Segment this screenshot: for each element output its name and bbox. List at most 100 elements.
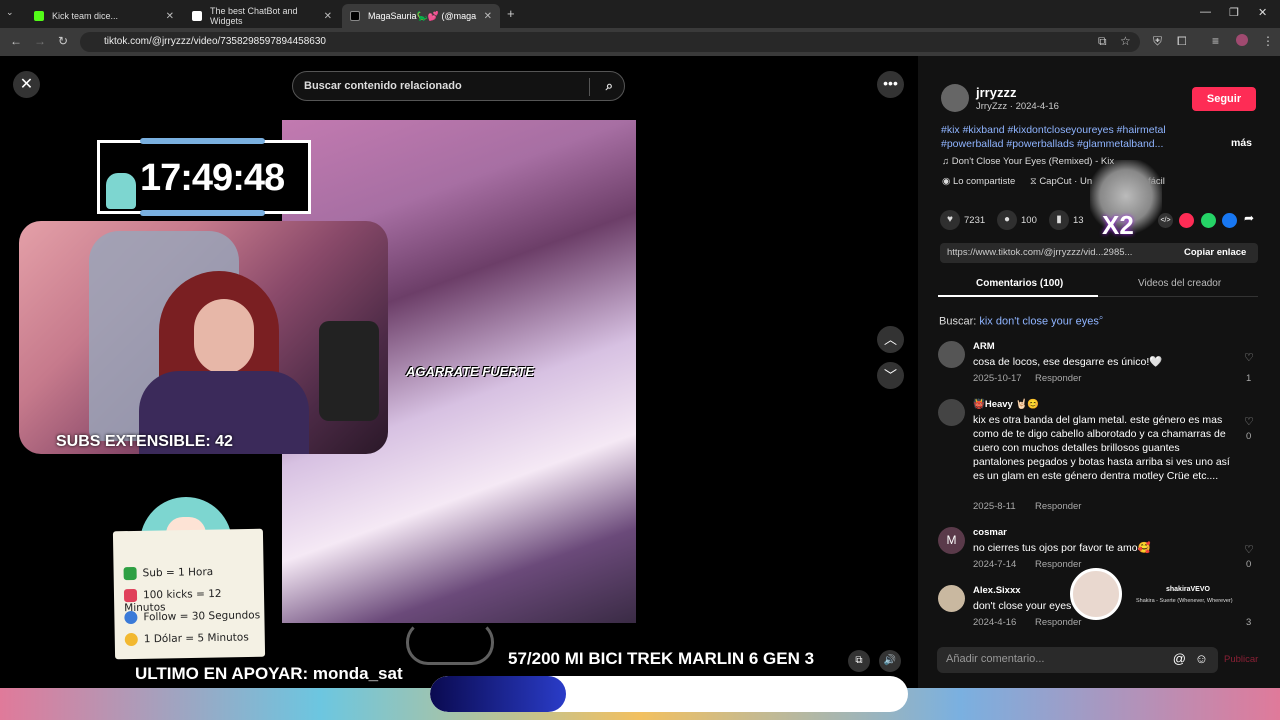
save-stat[interactable]: ▮ 13	[1049, 210, 1084, 230]
add-comment-input[interactable]: Añadir comentario... @ ☺	[937, 647, 1218, 673]
minimize-icon[interactable]: —	[1200, 6, 1211, 18]
new-tab-icon[interactable]: +	[507, 6, 515, 21]
bike-icon	[406, 620, 494, 665]
tab-chatbot[interactable]: The best ChatBot and Widgets ✕	[184, 4, 340, 28]
comment-author[interactable]: cosmar	[973, 527, 1007, 538]
creator-username[interactable]: jrryzzz	[976, 85, 1016, 100]
avatar[interactable]	[938, 585, 965, 612]
search-input[interactable]: Buscar contenido relacionado ⌕	[292, 71, 625, 101]
rule-row: 1 Dólar = 5 Minutos	[124, 631, 249, 647]
like-heart-icon[interactable]: ♡	[1244, 415, 1254, 428]
close-tab-icon[interactable]: ✕	[484, 11, 492, 22]
heart-icon	[124, 610, 138, 625]
profile-avatar[interactable]	[1236, 34, 1248, 46]
search-icon[interactable]: ⌕	[606, 78, 613, 94]
rule-text: Sub = 1 Hora	[142, 566, 214, 580]
comment-icon[interactable]: ●	[997, 210, 1017, 230]
emoji-icon[interactable]: ☺	[1195, 651, 1208, 666]
timer-clock: 17:49:48	[140, 157, 285, 199]
restore-icon[interactable]: ❐	[1229, 6, 1239, 19]
avatar[interactable]	[938, 341, 965, 368]
like-stat[interactable]: ♥ 7231	[940, 210, 985, 230]
reply-button[interactable]: Responder	[1035, 373, 1081, 384]
next-video-icon[interactable]: ﹀	[877, 362, 904, 389]
like-heart-icon[interactable]: ♡	[1244, 351, 1254, 364]
menu-icon[interactable]: ⋮	[1262, 34, 1274, 48]
shared-text: Lo compartiste	[952, 176, 1016, 187]
share-arrow-icon[interactable]: ➦	[1244, 211, 1254, 225]
back-icon[interactable]: ←	[10, 34, 22, 48]
search-divider	[589, 78, 590, 96]
microphone	[319, 321, 379, 421]
extensions-icon[interactable]: ⧠	[1177, 34, 1187, 49]
comment-date: 2025-8-11	[973, 501, 1016, 512]
creator-avatar[interactable]	[941, 84, 969, 112]
comment-author[interactable]: ARM	[973, 341, 995, 352]
tab-comments[interactable]: Comentarios (100)	[976, 278, 1063, 289]
tab-kick[interactable]: Kick team dice... ✕	[26, 4, 182, 28]
goal-progress-fill	[430, 676, 567, 712]
comment-author[interactable]: 👹Heavy 🤘🏻😊	[973, 399, 1039, 410]
more-link[interactable]: más	[1231, 137, 1252, 149]
comment-author[interactable]: Alex.Sixxx	[973, 585, 1021, 596]
search-label: Buscar:	[939, 315, 977, 328]
reload-icon[interactable]: ↻	[58, 34, 68, 48]
rule-row: Sub = 1 Hora	[123, 566, 214, 581]
kick-icon	[123, 566, 137, 581]
close-tab-icon[interactable]: ✕	[324, 11, 332, 22]
tab-list-icon[interactable]: ⌄	[6, 7, 14, 18]
bookmark-star-icon[interactable]: ☆	[1120, 34, 1131, 48]
install-icon[interactable]: ⧉	[1098, 34, 1107, 49]
coin-icon	[124, 632, 138, 647]
close-tab-icon[interactable]: ✕	[166, 11, 174, 22]
bookmark-icon[interactable]: ▮	[1049, 210, 1069, 230]
capcut-link[interactable]: ⧖ CapCut · Un	[1030, 176, 1092, 187]
tab-tiktok[interactable]: MagaSauria🦕💕 (@maga ✕	[342, 4, 500, 28]
previous-video-icon[interactable]: ︿	[877, 326, 904, 353]
video-hashtags[interactable]: #kix #kixband #kixdontcloseyoureyes #hai…	[941, 123, 1191, 151]
avatar[interactable]: M	[938, 527, 965, 554]
volume-icon[interactable]: 🔊	[879, 650, 901, 672]
capcut-text: CapCut · Un	[1039, 176, 1093, 187]
forward-icon[interactable]: →	[34, 34, 46, 48]
now-playing-song: Shakira - Suerte (Whenever, Wherever)	[1136, 598, 1233, 604]
comment-stat[interactable]: ● 100	[997, 210, 1037, 230]
album-disc	[1070, 568, 1122, 620]
avatar[interactable]	[938, 399, 965, 426]
comment-like-count: 0	[1246, 431, 1252, 442]
send-icon[interactable]	[1179, 213, 1194, 228]
search-suggestion[interactable]: Buscar: kix don't close your eyes⌕	[939, 313, 1103, 328]
tiktok-favicon-icon	[350, 11, 360, 21]
browser-tab-bar: ⌄ Kick team dice... ✕ The best ChatBot a…	[0, 0, 1280, 28]
music-title[interactable]: ♫ Don't Close Your Eyes (Remixed) - Kix	[942, 156, 1114, 167]
url-field[interactable]: tiktok.com/@jrryzzz/video/73582985978944…	[80, 32, 1140, 52]
close-icon[interactable]: ✕	[13, 71, 40, 98]
miku-icon	[106, 173, 136, 209]
address-toolbar: ← → ↻ tiktok.com/@jrryzzz/video/73582985…	[0, 28, 1280, 56]
pip-icon[interactable]: ⧉	[848, 650, 870, 672]
last-supporter: ULTIMO EN APOYAR: monda_sat	[135, 664, 403, 683]
like-heart-icon[interactable]: ♡	[1244, 543, 1254, 556]
publish-button[interactable]: Publicar	[1224, 654, 1258, 665]
add-comment-placeholder: Añadir comentario...	[946, 653, 1045, 665]
timer-bottom-bar	[140, 210, 265, 216]
tab-creator-videos[interactable]: Videos del creador	[1138, 278, 1221, 289]
more-options-icon[interactable]: •••	[877, 71, 904, 98]
goal-progress-bar	[430, 676, 908, 712]
facebook-icon[interactable]	[1222, 213, 1237, 228]
close-window-icon[interactable]: ✕	[1258, 6, 1267, 19]
whatsapp-icon[interactable]	[1201, 213, 1216, 228]
like-count: 7231	[964, 214, 986, 226]
media-icon[interactable]: ≡	[1212, 34, 1219, 48]
heart-icon[interactable]: ♥	[940, 210, 960, 230]
tab-label: Kick team dice...	[52, 11, 119, 21]
reply-button[interactable]: Responder	[1035, 501, 1081, 512]
webcam-feed	[19, 221, 388, 454]
follow-button[interactable]: Seguir	[1192, 87, 1256, 111]
copy-link-button[interactable]: Copiar enlace	[1184, 247, 1246, 258]
shield-icon[interactable]: ⛨	[1153, 34, 1162, 49]
mention-icon[interactable]: @	[1173, 651, 1186, 666]
subs-counter: SUBS EXTENSIBLE: 42	[56, 433, 233, 450]
search-query[interactable]: kix don't close your eyes	[979, 316, 1099, 328]
timer-widget: 17:49:48	[97, 138, 311, 216]
